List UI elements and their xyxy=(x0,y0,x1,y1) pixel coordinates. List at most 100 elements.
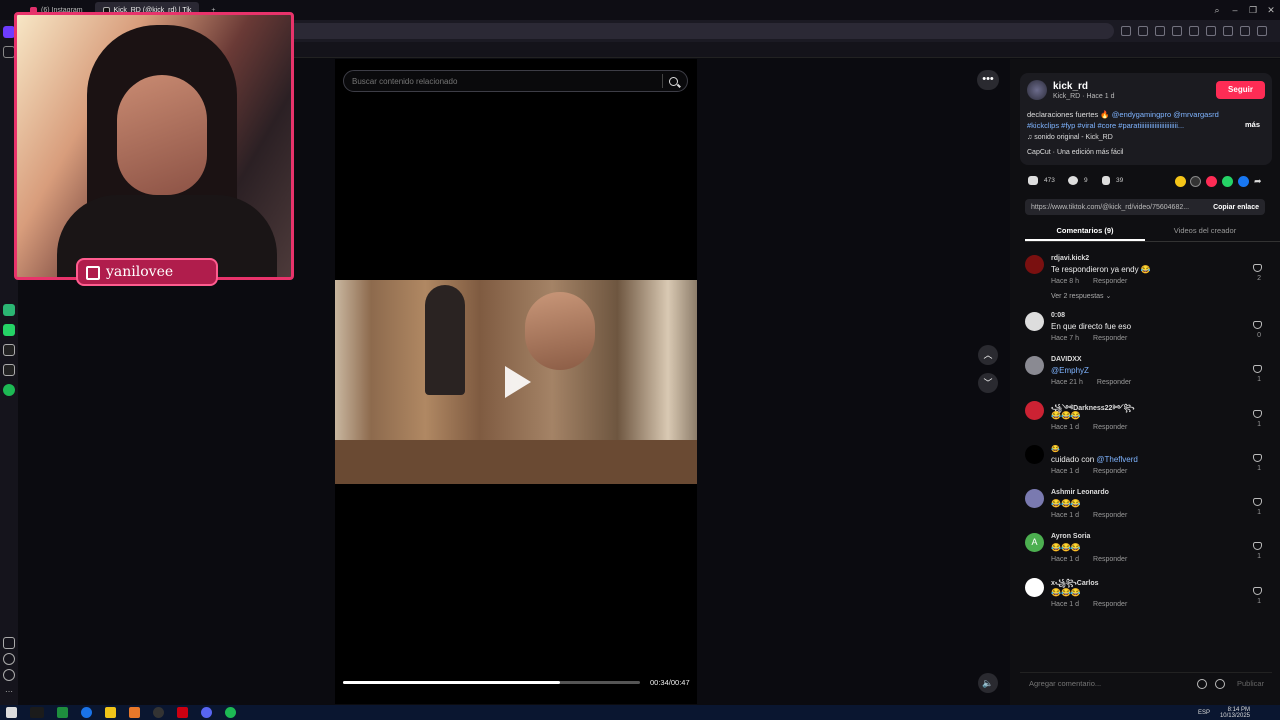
heart-icon[interactable] xyxy=(1253,498,1262,506)
follow-button[interactable]: Seguir xyxy=(1216,81,1265,99)
x-icon[interactable] xyxy=(3,364,15,376)
heart-icon[interactable] xyxy=(1253,410,1262,418)
vlc-icon[interactable] xyxy=(129,707,140,718)
comment-username[interactable]: Ayron Soria xyxy=(1051,533,1090,540)
comment-username[interactable]: rdjavi.kick2 xyxy=(1051,255,1089,262)
extension-icon[interactable] xyxy=(1121,26,1131,36)
camera-icon[interactable] xyxy=(1138,26,1148,36)
reply-button[interactable]: Responder xyxy=(1093,278,1127,285)
reply-button[interactable]: Responder xyxy=(1093,424,1127,431)
play-icon[interactable] xyxy=(1189,26,1199,36)
share-link-text[interactable]: https://www.tiktok.com/@kick_rd/video/75… xyxy=(1031,204,1189,211)
edge-icon[interactable] xyxy=(81,707,92,718)
comment-avatar[interactable] xyxy=(1025,356,1044,375)
whatsapp-share-icon[interactable] xyxy=(1222,176,1233,187)
facebook-share-icon[interactable] xyxy=(1238,176,1249,187)
comment-username[interactable]: DAVIDXX xyxy=(1051,356,1082,363)
kick-app-icon[interactable] xyxy=(30,707,44,718)
comment-mention[interactable]: @Theflverd xyxy=(1096,455,1137,464)
more-description-link[interactable]: más xyxy=(1245,120,1260,129)
search-icon[interactable]: ⌕ xyxy=(1208,5,1226,16)
menu-icon[interactable] xyxy=(1240,26,1250,36)
reply-button[interactable]: Responder xyxy=(1093,512,1127,519)
comment-avatar[interactable] xyxy=(1025,489,1044,508)
reply-button[interactable]: Responder xyxy=(1093,556,1127,563)
tiktok-icon[interactable] xyxy=(3,344,15,356)
comment-icon[interactable] xyxy=(1068,176,1078,185)
profile-icon[interactable] xyxy=(1257,26,1267,36)
download-icon[interactable] xyxy=(1223,26,1233,36)
nvidia-icon[interactable] xyxy=(57,707,68,718)
settings-icon[interactable] xyxy=(1172,26,1182,36)
tab-comments[interactable]: Comentarios (9) xyxy=(1025,222,1145,241)
save-stat[interactable]: 39 xyxy=(1102,176,1123,185)
system-clock[interactable]: 8:14 PM 10/13/2025 xyxy=(1220,707,1250,719)
restore-icon[interactable]: ❐ xyxy=(1244,5,1262,16)
copy-link-button[interactable]: Copiar enlace xyxy=(1213,204,1259,211)
heart-icon[interactable] xyxy=(1028,176,1038,185)
embed-icon[interactable] xyxy=(1190,176,1201,187)
comment-stat[interactable]: 9 xyxy=(1068,176,1088,185)
comment-username[interactable]: 😂 xyxy=(1051,445,1060,453)
description-hashtags[interactable]: #kickclips #fyp #viral #core #paratiiiii… xyxy=(1027,121,1184,130)
bookmark-icon[interactable] xyxy=(1102,176,1110,185)
bookmark-heart-icon[interactable] xyxy=(1206,26,1216,36)
more-options-button[interactable]: ••• xyxy=(977,70,999,90)
share-arrow-icon[interactable]: ➦ xyxy=(1254,176,1265,187)
comment-avatar[interactable] xyxy=(1025,578,1044,597)
spotify-icon[interactable] xyxy=(3,384,15,396)
close-icon[interactable]: ✕ xyxy=(1262,5,1280,16)
language-indicator[interactable]: ESP xyxy=(1198,710,1210,716)
heart-icon[interactable] xyxy=(1253,542,1262,550)
send-icon[interactable] xyxy=(1206,176,1217,187)
heart-icon[interactable] xyxy=(3,637,15,649)
creator-username[interactable]: kick_rd xyxy=(1053,81,1088,92)
chatgpt-icon[interactable] xyxy=(3,304,15,316)
tab-creator-videos[interactable]: Videos del creador xyxy=(1145,222,1265,241)
like-stat[interactable]: 473 xyxy=(1028,176,1055,185)
comment-input[interactable] xyxy=(1029,679,1189,688)
comment-avatar[interactable]: A xyxy=(1025,533,1044,552)
heart-icon[interactable] xyxy=(1253,454,1262,462)
reply-button[interactable]: Responder xyxy=(1093,601,1127,608)
emoji-icon[interactable] xyxy=(1215,678,1225,689)
volume-button[interactable]: 🔈 xyxy=(978,673,998,693)
opera-gx-icon[interactable] xyxy=(177,707,188,718)
discord-icon[interactable] xyxy=(201,707,212,718)
whatsapp-icon[interactable] xyxy=(3,324,15,336)
view-replies-link[interactable]: Ver 2 respuestas ⌄ xyxy=(1051,292,1111,300)
comment-avatar[interactable] xyxy=(1025,401,1044,420)
search-input[interactable] xyxy=(352,76,652,86)
comment-avatar[interactable] xyxy=(1025,312,1044,331)
spotify-icon[interactable] xyxy=(225,707,236,718)
obs-icon[interactable] xyxy=(153,707,164,718)
play-icon[interactable] xyxy=(505,366,531,398)
more-icon[interactable]: ⋯ xyxy=(3,685,15,697)
share-coin-icon[interactable] xyxy=(1175,176,1186,187)
history-icon[interactable] xyxy=(3,653,15,665)
capcut-link[interactable]: CapCut · Una edición más fácil xyxy=(1027,149,1124,156)
heart-icon[interactable] xyxy=(1253,264,1262,272)
minimize-icon[interactable]: – xyxy=(1226,5,1244,15)
video-progress-bar[interactable] xyxy=(343,681,640,684)
heart-icon[interactable] xyxy=(1253,587,1262,595)
previous-video-button[interactable]: ︿ xyxy=(978,345,998,365)
windows-start-icon[interactable] xyxy=(6,707,17,718)
heart-icon[interactable] xyxy=(1253,365,1262,373)
comment-avatar[interactable] xyxy=(1025,445,1044,464)
next-video-button[interactable]: ﹀ xyxy=(978,373,998,393)
related-search-bar[interactable] xyxy=(343,70,688,92)
description-mentions[interactable]: @endygamingpro @mrvargasrd xyxy=(1112,110,1219,119)
reply-button[interactable]: Responder xyxy=(1093,468,1127,475)
shield-icon[interactable] xyxy=(1155,26,1165,36)
creator-avatar[interactable] xyxy=(1027,80,1047,100)
comment-username[interactable]: Ashmir Leonardo xyxy=(1051,489,1109,496)
sound-link[interactable]: ♫ sonido original - Kick_RD xyxy=(1027,134,1113,141)
heart-icon[interactable] xyxy=(1253,321,1262,329)
comment-avatar[interactable] xyxy=(1025,255,1044,274)
search-icon[interactable] xyxy=(669,76,678,86)
publish-button[interactable]: Publicar xyxy=(1237,679,1264,688)
settings-icon[interactable] xyxy=(3,669,15,681)
comment-username[interactable]: 0:08 xyxy=(1051,312,1065,319)
reply-button[interactable]: Responder xyxy=(1093,335,1127,342)
